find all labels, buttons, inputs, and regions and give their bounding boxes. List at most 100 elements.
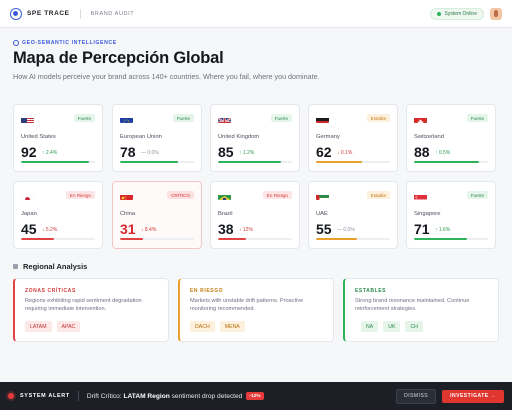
panel-heading: ESTABLES [355,288,387,294]
perception-score: 92 [21,144,37,160]
country-card[interactable]: Fuerte European Union 78 — 0.0% [112,104,202,172]
region-tag[interactable]: LATAM [25,321,52,332]
perception-score: 71 [414,221,430,237]
panel-at-risk[interactable]: EN RIESGO Markets with unstable drift pa… [178,278,334,342]
score-delta: — 0.0% [337,227,355,233]
score-progress-fill [120,237,143,240]
score-delta: ↓ 8.4% [141,227,157,233]
region-tag[interactable]: NA [361,321,379,332]
perception-score: 85 [218,144,234,160]
score-progress-fill [316,237,357,240]
country-name: Brazil [218,211,233,217]
perception-score: 45 [21,221,37,237]
country-name: Singapore [414,211,441,217]
region-tag[interactable]: CH [405,321,423,332]
country-card[interactable]: Fuerte United States 92 ↑ 2.4% [13,104,103,172]
score-progress-bar [120,237,194,240]
globe-icon [13,40,19,46]
br-flag-icon [218,191,231,200]
score-delta: ↑ 2.4% [42,150,58,156]
dismiss-button[interactable]: DISMISS [396,388,437,404]
sg-flag-icon [414,191,427,200]
alert-suffix: sentiment drop detected [169,392,243,400]
score-progress-bar [316,160,390,163]
region-tag[interactable]: UK [383,321,401,332]
score-progress-fill [316,160,362,163]
score-delta: — 0.0% [141,150,159,156]
country-name: European Union [120,134,162,140]
alert-dot-icon [8,393,14,399]
regional-analysis-title: Regional Analysis [23,262,88,271]
alert-actions: DISMISS INVESTIGATE → [396,388,504,404]
perception-score: 38 [218,221,234,237]
alert-delta-chip: -12% [246,392,264,400]
eyebrow-text: GEO-SEMANTIC INTELLIGENCE [22,40,117,46]
jp-flag-icon [21,191,34,200]
score-delta: ↑ 1.2% [239,150,255,156]
region-tags: LATAM APAC [25,321,81,332]
status-badge: Fuerte [466,114,488,122]
uk-flag-icon [218,114,231,123]
page-title: Mapa de Percepción Global [13,49,224,67]
score-progress-fill [218,237,247,240]
score-delta: ↓ 12% [239,227,253,233]
top-navigation-bar: SPE TRACE BRAND AUDIT System Online [0,0,512,28]
country-card[interactable]: Fuerte Singapore 71 ↑ 1.6% [406,181,496,249]
score-progress-fill [120,160,178,163]
panel-description: Regions exhibiting rapid sentiment degra… [25,298,142,312]
country-name: Switzerland [414,134,444,140]
ae-flag-icon [316,191,329,200]
region-tags: NA UK CH [361,321,423,332]
country-name: Japan [21,211,37,217]
status-badge: CRÍTICO [167,191,194,199]
system-status-badge: System Online [430,7,484,20]
score-progress-bar [21,160,95,163]
country-card[interactable]: Estable Germany 62 ↓ 0.1% [308,104,398,172]
investigate-button[interactable]: INVESTIGATE → [442,389,504,403]
panel-critical-zones[interactable]: ZONAS CRÍTICAS Regions exhibiting rapid … [13,278,169,342]
country-card[interactable]: Fuerte Switzerland 88 ↑ 0.5% [406,104,496,172]
region-tag[interactable]: MENA [219,321,245,332]
nav-brand-audit[interactable]: BRAND AUDIT [91,11,135,17]
logo-icon [10,7,22,20]
score-progress-bar [316,237,390,240]
alert-prefix: Drift Crítico: [86,392,124,400]
us-flag-icon [21,114,34,123]
panel-stable[interactable]: ESTABLES Strong brand resonance maintain… [343,278,499,342]
country-card[interactable]: Estable UAE 55 — 0.0% [308,181,398,249]
country-card[interactable]: En Riesgo Japan 45 ↓ 5.2% [13,181,103,249]
country-card[interactable]: Fuerte United Kingdom 85 ↑ 1.2% [210,104,300,172]
score-progress-bar [414,237,488,240]
score-progress-bar [120,160,194,163]
score-progress-fill [21,237,55,240]
user-avatar[interactable] [490,7,502,20]
region-tag[interactable]: DACH [190,321,215,332]
score-progress-fill [218,160,281,163]
status-badge: Estable [366,114,390,122]
score-progress-bar [21,237,95,240]
country-name: United States [21,134,56,140]
section-eyebrow: GEO-SEMANTIC INTELLIGENCE [13,40,117,46]
score-progress-bar [414,160,488,163]
perception-score: 62 [316,144,332,160]
perception-score: 88 [414,144,430,160]
perception-score: 55 [316,221,332,237]
page-subtitle: How AI models perceive your brand across… [13,72,320,81]
country-name: United Kingdom [218,134,260,140]
ch-flag-icon [414,114,427,123]
top-right-controls: System Online [430,7,502,20]
region-tag[interactable]: APAC [56,321,81,332]
score-delta: ↑ 1.6% [435,227,451,233]
region-tags: DACH MENA [190,321,245,332]
score-progress-bar [218,237,292,240]
brand-name[interactable]: SPE TRACE [27,10,70,17]
country-card[interactable]: CRÍTICO China 31 ↓ 8.4% [112,181,202,249]
status-badge: Fuerte [172,114,194,122]
eu-flag-icon [120,114,133,123]
score-delta: ↓ 0.1% [337,150,353,156]
panel-description: Strong brand resonance maintained. Conti… [355,298,470,312]
status-badge: En Riesgo [65,191,95,199]
country-name: Germany [316,134,340,140]
country-card[interactable]: En Riesgo Brazil 38 ↓ 12% [210,181,300,249]
section-square-icon [13,264,18,269]
